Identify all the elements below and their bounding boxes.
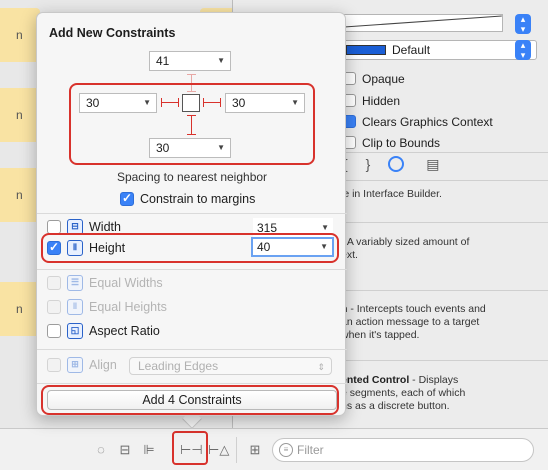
- option-opaque[interactable]: Opaque: [343, 70, 405, 88]
- aspect-ratio-label: Aspect Ratio: [89, 324, 160, 338]
- popover-title: Add New Constraints: [49, 26, 176, 40]
- equal-widths-label: Equal Widths: [89, 276, 163, 290]
- xcode-window: n n n n ▴ ▾ Default ▴ ▾ Opaque Hidden Clea…: [0, 0, 548, 470]
- library-item-description: - Displays: [409, 374, 459, 386]
- library-item-description: - A variably sized amount of: [341, 236, 470, 248]
- option-label: Opaque: [362, 72, 405, 86]
- update-frames-icon[interactable]: ◌: [92, 441, 110, 459]
- dropdown-arrow-icon[interactable]: ▼: [217, 52, 225, 70]
- align-select[interactable]: Leading Edges ⇕: [129, 357, 332, 375]
- canvas-view-text: n: [16, 302, 23, 316]
- media-library-icon[interactable]: ▤: [426, 156, 457, 172]
- spacing-label: Spacing to nearest neighbor: [116, 170, 268, 184]
- constrain-to-margins-label: Constrain to margins: [140, 192, 256, 206]
- aspect-ratio-icon: ◱: [67, 323, 83, 339]
- align-icon: ⊞: [67, 357, 83, 373]
- library-item-description: ns as a discrete button.: [341, 400, 450, 412]
- embed-in-stack-icon[interactable]: ⊟: [116, 441, 134, 459]
- option-label: Clip to Bounds: [362, 136, 441, 150]
- option-clip-to-bounds[interactable]: Clip to Bounds: [343, 134, 440, 152]
- width-checkbox[interactable]: [47, 220, 61, 234]
- toolbar-separator: [236, 437, 237, 463]
- align-checkbox[interactable]: [47, 358, 61, 372]
- highlight-add-button: [41, 385, 339, 415]
- library-item[interactable]: n - Intercepts touch events and an actio…: [341, 303, 541, 342]
- highlight-height-row: [41, 233, 339, 263]
- filter-placeholder: Filter: [297, 443, 324, 457]
- option-hidden[interactable]: Hidden: [343, 92, 400, 110]
- highlight-pin-button: [172, 431, 208, 465]
- constrain-to-margins-checkbox[interactable]: [120, 191, 134, 206]
- align-label: Align: [89, 358, 117, 372]
- background-popup-button[interactable]: ▴ ▾: [515, 40, 531, 60]
- background-select-value: Default: [392, 43, 431, 57]
- canvas-view-text: n: [16, 108, 23, 122]
- equal-heights-label: Equal Heights: [89, 300, 167, 314]
- option-label: Hidden: [362, 94, 401, 108]
- library-item-description: le in Interface Builder.: [341, 188, 442, 200]
- library-tabs: {} ▤: [343, 156, 457, 173]
- option-label: Clears Graphics Context: [362, 115, 493, 129]
- filter-icon: ≡: [279, 443, 293, 457]
- equal-widths-checkbox[interactable]: [47, 276, 61, 290]
- library-item-description: e segments, each of which: [341, 387, 466, 399]
- top-spacing-field[interactable]: 41 ▼: [149, 51, 231, 71]
- library-item[interactable]: - A variably sized amount of ext.: [341, 236, 541, 262]
- library-item[interactable]: ented Control - Displays e segments, eac…: [341, 374, 541, 413]
- color-popup-button[interactable]: ▴ ▾: [515, 14, 531, 34]
- color-swatch: [346, 45, 386, 55]
- canvas-view-stub[interactable]: n: [0, 8, 40, 62]
- library-item-description: when it's tapped.: [341, 329, 420, 341]
- background-select[interactable]: Default: [343, 40, 537, 60]
- highlight-spacing-region: [69, 83, 315, 165]
- resolve-issues-icon[interactable]: ⊢△: [208, 441, 229, 459]
- library-item[interactable]: le in Interface Builder.: [341, 188, 541, 201]
- grid-icon[interactable]: ⊞: [246, 441, 264, 459]
- aspect-ratio-checkbox[interactable]: [47, 324, 61, 338]
- align-icon[interactable]: ⊫: [140, 441, 158, 459]
- equal-heights-checkbox[interactable]: [47, 300, 61, 314]
- canvas-view-text: n: [16, 28, 23, 42]
- filter-input[interactable]: ≡ Filter: [272, 438, 534, 462]
- top-spacing-value: 41: [156, 54, 170, 68]
- canvas-view-text: n: [16, 188, 23, 202]
- bottom-toolbar: ◌ ⊟ ⊫ ⊢⊣ ⊢△ ⊞ ≡ Filter: [0, 428, 548, 470]
- option-clears-graphics-context[interactable]: Clears Graphics Context: [343, 113, 493, 131]
- align-select-value: Leading Edges: [138, 359, 219, 373]
- library-item-title: ented Control: [341, 374, 410, 386]
- object-library-icon[interactable]: [388, 156, 405, 172]
- tint-color-well[interactable]: [343, 14, 503, 32]
- equal-widths-icon: ☰: [67, 275, 83, 291]
- library-item-description: an action message to a target: [341, 316, 480, 328]
- add-constraints-popover: Add New Constraints 41 ▼ 30 ▼ 30 ▼ 30 ▼ Spac…: [36, 12, 347, 416]
- code-snippet-library-icon[interactable]: {}: [343, 156, 388, 172]
- divider: [37, 383, 347, 384]
- library-item-description: - Intercepts touch events and: [347, 303, 486, 315]
- divider: [37, 349, 347, 350]
- canvas-view-stub[interactable]: n: [0, 282, 40, 336]
- equal-heights-icon: ǁ: [67, 299, 83, 315]
- canvas-view-stub[interactable]: n: [0, 168, 40, 222]
- divider: [37, 269, 347, 270]
- chevron-updown-icon: ⇕: [317, 362, 325, 372]
- width-label: Width: [89, 220, 121, 234]
- canvas-view-stub[interactable]: n: [0, 88, 40, 142]
- divider: [37, 213, 347, 214]
